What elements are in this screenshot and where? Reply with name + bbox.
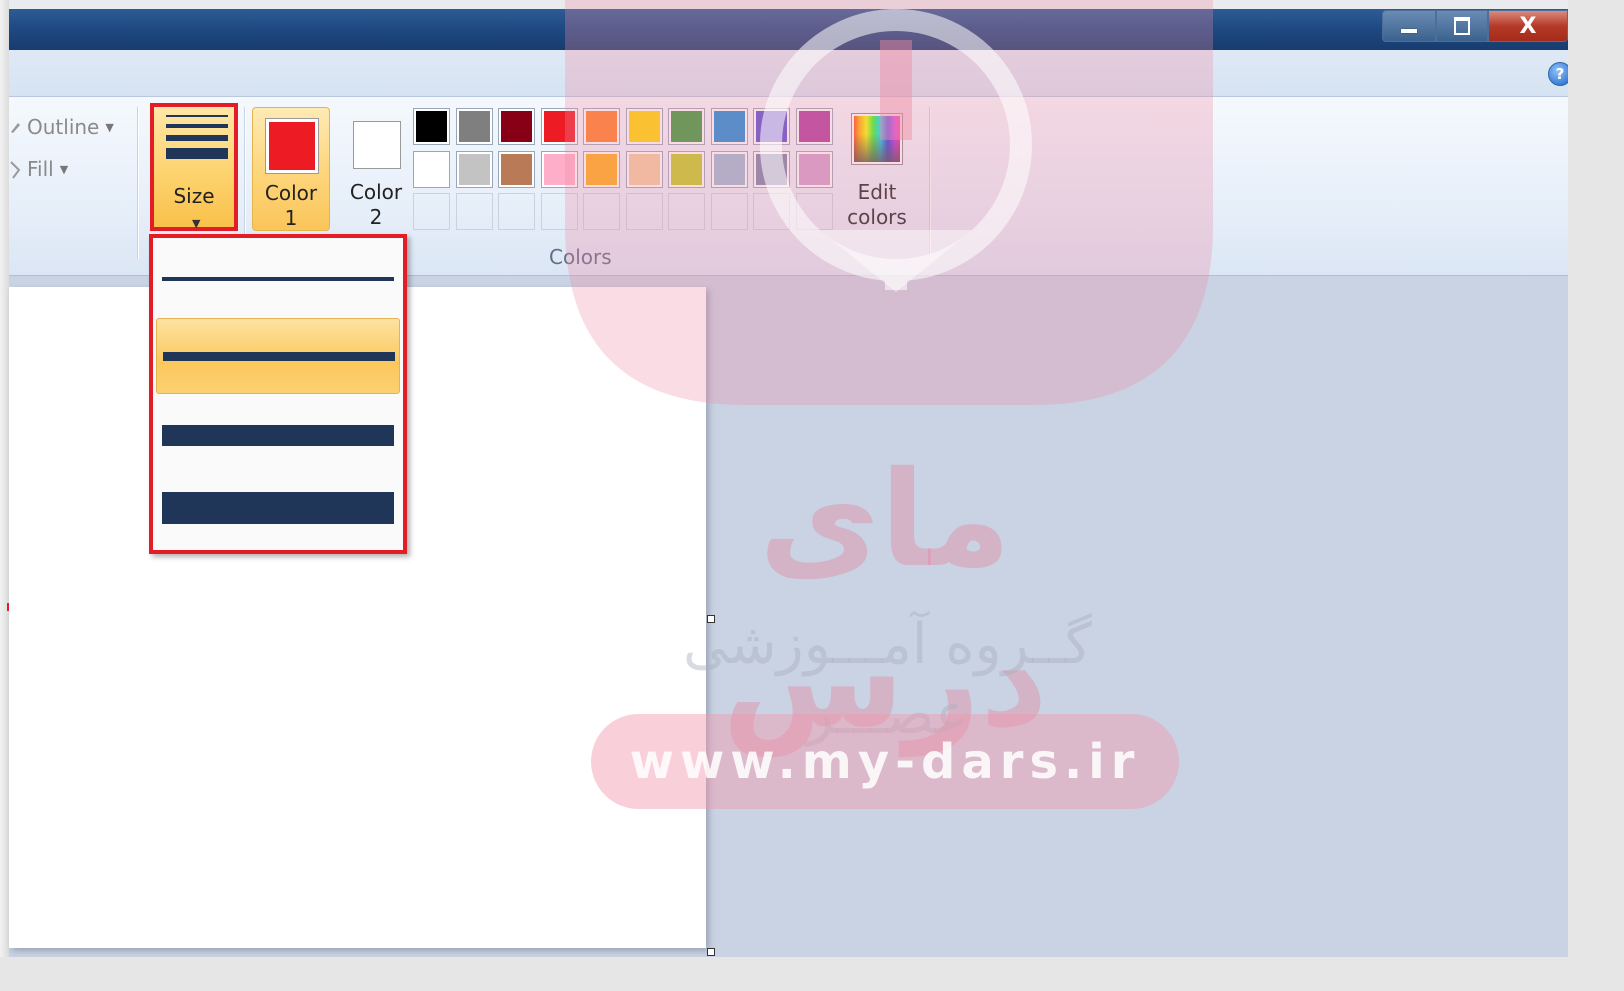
palette-swatch[interactable] — [540, 108, 578, 145]
color2-button[interactable]: Color 2 — [337, 107, 415, 231]
color-spectrum-icon — [851, 113, 903, 165]
fill-bucket-icon — [10, 161, 21, 179]
window-controls: X — [1382, 9, 1568, 45]
palette-custom-slot[interactable] — [498, 193, 535, 230]
palette-swatch[interactable] — [540, 150, 578, 188]
line-width-icon — [166, 115, 228, 166]
palette-swatch[interactable] — [625, 150, 663, 188]
colors-group-label: Colors — [549, 245, 612, 269]
outline-dropdown[interactable]: Outline ▼ — [9, 115, 114, 139]
fill-label: Fill — [27, 157, 54, 181]
color1-swatch — [265, 118, 319, 174]
minimize-icon — [1401, 29, 1417, 33]
size-option-4[interactable] — [156, 474, 400, 550]
palette-custom-slot[interactable] — [540, 193, 578, 230]
palette-swatch[interactable] — [455, 150, 493, 188]
close-button[interactable]: X — [1488, 10, 1568, 42]
chevron-down-icon: ▼ — [105, 120, 114, 134]
palette-swatch[interactable] — [710, 108, 748, 145]
color-palette — [413, 108, 838, 236]
palette-swatch[interactable] — [413, 108, 450, 145]
palette-swatch[interactable] — [583, 108, 620, 145]
chevron-down-icon: ▼ — [59, 162, 69, 176]
help-icon[interactable]: ? — [1548, 62, 1568, 86]
palette-swatch[interactable] — [413, 150, 450, 188]
left-border — [0, 0, 10, 957]
size-line — [162, 425, 394, 446]
palette-swatch[interactable] — [498, 108, 535, 145]
palette-swatch[interactable] — [668, 150, 705, 188]
palette-swatch[interactable] — [753, 150, 790, 188]
group-divider — [137, 107, 138, 259]
palette-swatch[interactable] — [668, 108, 705, 145]
color2-swatch — [353, 121, 401, 169]
size-line — [163, 352, 395, 361]
palette-swatch[interactable] — [753, 108, 790, 145]
palette-swatch[interactable] — [455, 108, 493, 145]
fill-dropdown[interactable]: Fill ▼ — [9, 157, 68, 181]
size-line — [162, 277, 394, 281]
size-button[interactable]: Size ▼ — [150, 103, 238, 231]
size-label: Size — [173, 184, 215, 208]
color2-number: 2 — [369, 205, 383, 229]
palette-custom-slot[interactable] — [625, 193, 663, 230]
size-option-3[interactable] — [156, 396, 400, 472]
palette-swatch[interactable] — [625, 108, 663, 145]
close-icon: X — [1519, 13, 1537, 39]
chevron-down-icon: ▼ — [192, 217, 201, 230]
minimize-button[interactable] — [1382, 10, 1436, 42]
palette-custom-slot[interactable] — [795, 193, 833, 230]
title-bar: X — [9, 9, 1568, 50]
edit-colors-label-line2: colors — [847, 205, 907, 229]
restore-icon — [1454, 17, 1470, 35]
palette-swatch[interactable] — [498, 150, 535, 188]
color1-label: Color — [264, 181, 318, 205]
palette-custom-slot[interactable] — [413, 193, 450, 230]
palette-swatch[interactable] — [795, 150, 833, 188]
outline-pen-icon — [11, 123, 20, 133]
palette-swatch[interactable] — [583, 150, 620, 188]
size-option-2[interactable] — [156, 318, 400, 394]
palette-custom-slot[interactable] — [455, 193, 493, 230]
palette-swatch[interactable] — [710, 150, 748, 188]
palette-custom-slot[interactable] — [753, 193, 790, 230]
group-divider — [929, 107, 930, 259]
size-option-1[interactable] — [156, 240, 400, 316]
palette-custom-slot[interactable] — [668, 193, 705, 230]
palette-custom-slot[interactable] — [710, 193, 748, 230]
resize-handle-right[interactable] — [707, 615, 715, 623]
size-line — [162, 492, 394, 524]
color1-number: 1 — [284, 206, 298, 230]
edit-colors-label-line1: Edit — [857, 180, 897, 204]
restore-button[interactable] — [1436, 10, 1488, 42]
edit-colors-button[interactable]: Edit colors — [845, 107, 909, 231]
ribbon-tab-row: ? — [9, 50, 1568, 97]
palette-custom-slot[interactable] — [583, 193, 620, 230]
paint-window: X ? Outline ▼ Fill ▼ Size ▼ Color 1 Colo… — [0, 0, 1568, 957]
size-dropdown-menu — [149, 234, 407, 554]
color2-label: Color — [349, 180, 403, 204]
outline-label: Outline — [27, 115, 100, 139]
color1-button[interactable]: Color 1 — [252, 107, 330, 231]
palette-swatch[interactable] — [795, 108, 833, 145]
resize-handle-corner[interactable] — [707, 948, 715, 956]
